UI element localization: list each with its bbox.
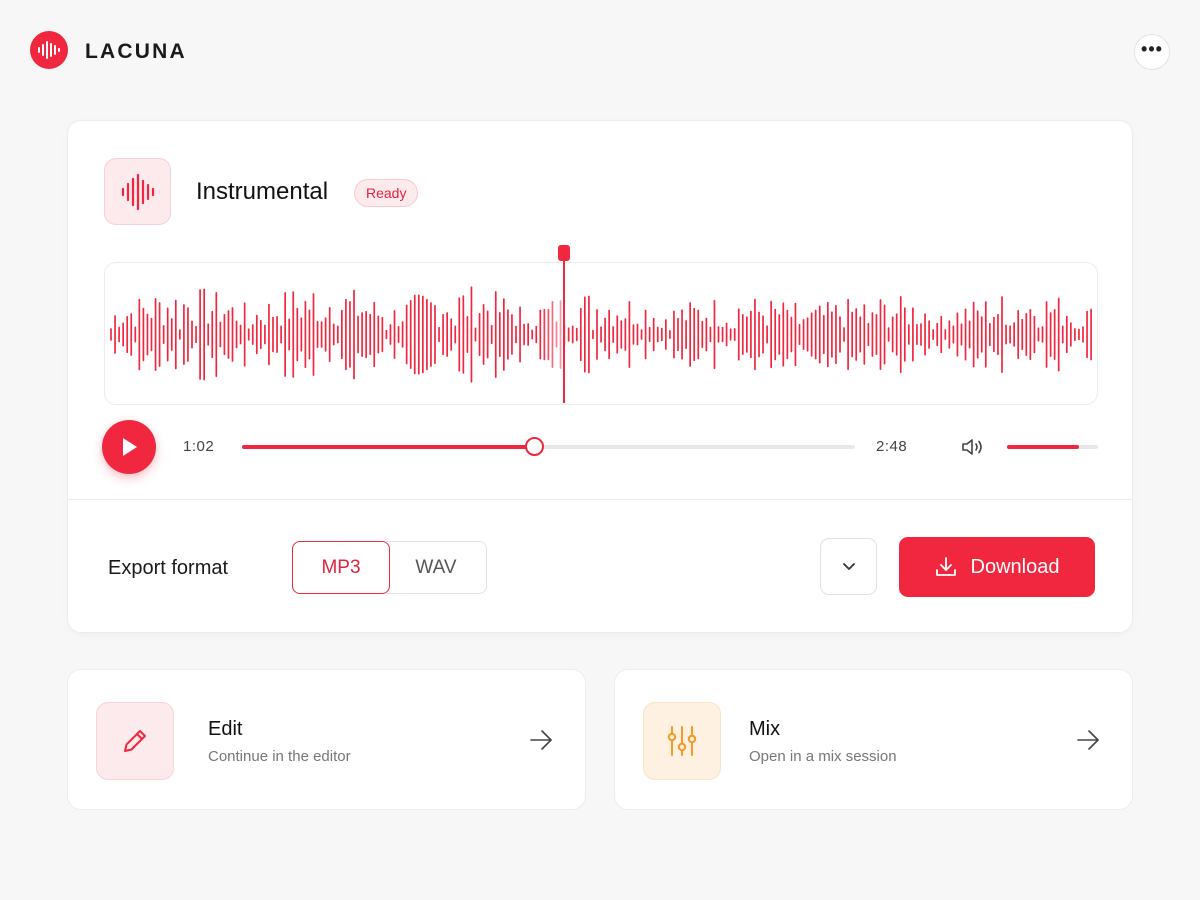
status-badge: Ready (354, 179, 419, 207)
download-button[interactable]: Download (899, 537, 1095, 597)
mix-action-subtitle: Open in a mix session (749, 748, 897, 765)
current-time: 1:02 (183, 438, 215, 455)
player-card: Instrumental Ready 1:02 2:48 Export form… (67, 120, 1133, 633)
sliders-icon (643, 702, 721, 780)
arrow-right-icon (1077, 730, 1099, 750)
edit-action-title: Edit (208, 718, 243, 740)
pencil-icon (96, 702, 174, 780)
mix-action-title: Mix (749, 718, 781, 740)
arrow-right-icon (530, 730, 552, 750)
volume-icon[interactable] (961, 436, 987, 458)
export-options-dropdown[interactable] (820, 538, 877, 595)
seek-bar[interactable] (242, 437, 855, 456)
seek-bar-thumb[interactable] (525, 437, 545, 456)
more-horizontal-icon: ••• (1141, 39, 1163, 59)
format-option-mp3[interactable]: MP3 (292, 541, 390, 594)
waveform (110, 286, 1092, 383)
app-header: LACUNA ••• (30, 31, 1170, 71)
total-time: 2:48 (876, 438, 908, 455)
edit-action-subtitle: Continue in the editor (208, 748, 351, 765)
mix-action-card[interactable]: Mix Open in a mix session (614, 669, 1133, 810)
download-icon (935, 557, 956, 576)
volume-slider[interactable] (1007, 445, 1098, 449)
play-button[interactable] (102, 420, 156, 474)
chevron-down-icon (842, 562, 855, 570)
playhead-handle[interactable] (558, 245, 570, 261)
edit-action-card[interactable]: Edit Continue in the editor (67, 669, 586, 810)
format-option-wav[interactable]: WAV (386, 541, 487, 594)
export-format-label: Export format (108, 557, 229, 579)
volume-slider-fill (1007, 445, 1079, 449)
divider (68, 499, 1132, 500)
waveform-icon (104, 158, 171, 225)
more-options-button[interactable]: ••• (1134, 34, 1170, 70)
play-icon (123, 438, 137, 456)
waveform-display[interactable] (104, 262, 1098, 405)
download-button-label: Download (970, 555, 1060, 578)
playhead-line (563, 257, 565, 403)
track-title: Instrumental (196, 178, 329, 205)
brand-name: LACUNA (85, 40, 187, 63)
logo-waveform-icon (30, 31, 68, 69)
seek-bar-fill (242, 445, 535, 449)
